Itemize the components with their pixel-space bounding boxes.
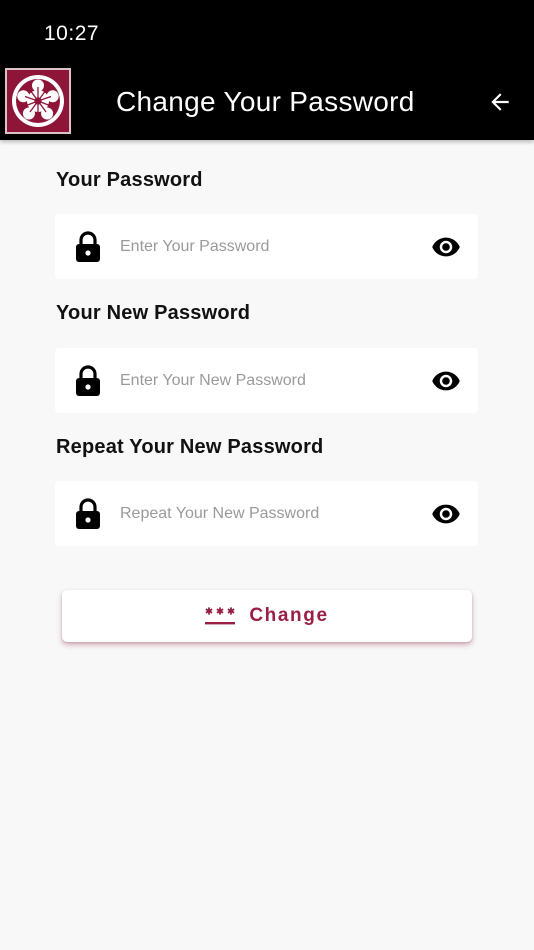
change-button-label: Change (249, 605, 329, 626)
repeat-password-field[interactable] (55, 481, 478, 546)
change-button-content: Change (205, 605, 328, 627)
eye-icon[interactable] (429, 366, 463, 396)
page-title: Change Your Password (116, 86, 415, 117)
repeat-password-input[interactable] (120, 481, 420, 546)
arrow-left-icon (491, 93, 509, 111)
change-button[interactable]: Change (62, 590, 472, 642)
eye-icon[interactable] (429, 232, 463, 262)
flower-crest-icon (5, 68, 71, 134)
eye-icon[interactable] (429, 499, 463, 529)
new-password-field[interactable] (55, 348, 478, 413)
status-bar: 10:27 (0, 0, 534, 66)
lock-icon (76, 365, 100, 396)
current-password-label: Your Password (56, 169, 203, 191)
repeat-password-label: Repeat Your New Password (56, 436, 324, 458)
app-bar: Change Your Password (0, 66, 534, 140)
new-password-label: Your New Password (56, 302, 251, 324)
new-password-input[interactable] (120, 348, 420, 413)
current-password-field[interactable] (55, 214, 478, 279)
back-button[interactable] (478, 80, 522, 124)
password-icon (205, 607, 236, 625)
status-time: 10:27 (44, 22, 100, 45)
lock-icon (76, 231, 100, 262)
current-password-input[interactable] (120, 214, 420, 279)
lock-icon (76, 498, 100, 529)
